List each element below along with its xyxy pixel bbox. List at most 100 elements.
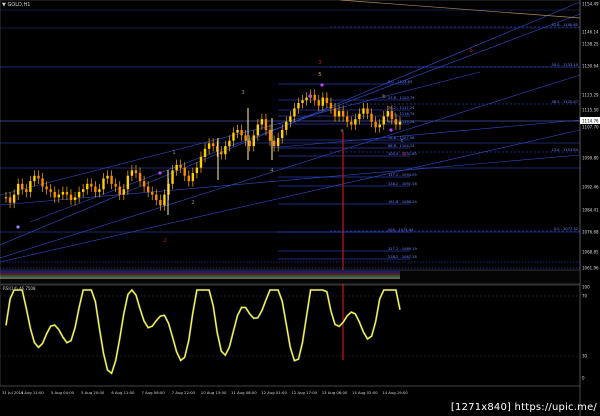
candle-body (248, 140, 251, 147)
candle-body (142, 181, 146, 187)
chart-canvas[interactable]: 0.0 - 1123.6323.6 - 1120.7938.2 - 1117.2… (0, 0, 600, 416)
right-fib-label: 50.0 - 1133.10 (552, 63, 579, 67)
candle-body (211, 143, 215, 147)
candle-body (325, 97, 329, 103)
candle-body (378, 124, 381, 128)
candle-body (8, 197, 12, 203)
candle-body (90, 183, 93, 187)
candle-body (138, 173, 142, 182)
candle-body (199, 156, 203, 168)
rsi-panel-frame (0, 284, 581, 387)
candle-body (146, 186, 150, 192)
wave-count-label: 3 (241, 90, 245, 96)
time-axis-label: 5 Aug 04:00 (51, 390, 75, 395)
candle-body (175, 164, 178, 171)
candle-body (337, 111, 341, 117)
price-axis-label: 1084.41 (582, 208, 599, 213)
rsi-signal-line (4, 288, 402, 376)
candle-body (102, 178, 105, 190)
candle-body (354, 119, 357, 125)
candle-body (191, 173, 195, 182)
candle-body (151, 191, 154, 195)
candle-body (203, 148, 207, 157)
fib-level-label: 23.6 - 1120.79 (388, 96, 415, 100)
candle-body (390, 111, 394, 120)
candle-body (297, 102, 300, 109)
candle-body (29, 181, 32, 192)
candle-body (293, 108, 296, 117)
candle-body (171, 170, 174, 184)
candle-body (394, 119, 398, 125)
price-axis-label: 1092.46 (582, 185, 599, 190)
time-axis-label: 7 Aug 06:00 (142, 390, 166, 395)
candle-body (244, 135, 247, 141)
right-fib-label: 23.6 - 1103.84 (552, 148, 579, 152)
candle-body (81, 189, 85, 192)
right-fib-label: 0.0 - 1077.32 (554, 227, 578, 231)
candle-body (163, 194, 166, 206)
candle-body (268, 129, 272, 141)
wave-count-label: 5 (318, 72, 322, 78)
candle-body (362, 108, 365, 114)
candle-body (366, 108, 369, 114)
candle-body (187, 175, 190, 182)
wave-count-label: 4 (402, 152, 406, 158)
candle-body (317, 100, 320, 106)
pivot-marker (308, 94, 312, 98)
candle-body (240, 129, 243, 136)
wave-count-label: a (340, 128, 343, 134)
candle-body (345, 116, 349, 122)
candle-body (281, 129, 284, 139)
time-axis-label: 12 Aug 01:00 (261, 390, 287, 395)
candle-body (276, 138, 280, 147)
candle-body (232, 132, 235, 141)
candle-body (313, 94, 316, 101)
candle-body (37, 175, 40, 179)
wave-count-label: b (382, 94, 386, 100)
mt4-chart-window: 0.0 - 1123.6323.6 - 1120.7938.2 - 1117.2… (0, 0, 600, 416)
candle-body (386, 111, 390, 117)
candle-body (370, 113, 373, 122)
candle-body (134, 170, 138, 174)
fib-level-label: 200 - 1075.44 (388, 228, 414, 232)
candle-body (398, 121, 402, 125)
wave-count-label: 2 (191, 200, 195, 206)
fib-level-label: 161.8 - 1086.24 (388, 200, 417, 204)
candle-body (98, 189, 101, 192)
fib-level-label: 88.6 - 1104.24 (388, 144, 415, 148)
candle-body (69, 194, 73, 201)
candle-body (33, 175, 36, 182)
main-plot-frame (0, 0, 581, 273)
time-axis-label: 10 Aug 15:00 (201, 390, 227, 395)
candle-body (305, 97, 308, 101)
channel-trend-line (0, 129, 581, 263)
time-axis-label: 14 Aug 19:00 (382, 390, 408, 395)
candle-body (53, 191, 56, 198)
candle-body (207, 143, 211, 149)
candle-body (224, 146, 227, 155)
candle-body (41, 178, 44, 187)
candle-body (25, 189, 28, 192)
candle-body (285, 121, 288, 130)
candle-body (252, 135, 255, 147)
candle-body (301, 100, 304, 103)
candle-body (236, 129, 239, 133)
current-price-value: 1114.76 (582, 119, 599, 124)
resistance-trend-line (339, 0, 581, 19)
candle-body (118, 186, 121, 195)
candle-body (49, 189, 52, 192)
price-axis-label: 1099.80 (582, 156, 599, 161)
candle-body (358, 113, 361, 120)
watermark-text: [1271x840] https://upic.me/ (450, 402, 597, 413)
time-axis-label: 5 Aug 20:00 (81, 390, 105, 395)
rsi-axis-label: 0 (582, 376, 585, 381)
price-axis-label: 1068.85 (582, 250, 599, 255)
fib-level-label: 227.2 - 1069.19 (388, 247, 417, 251)
price-axis-label: 1061.96 (582, 266, 599, 271)
right-fib-label: 61.8 - 1140.65 (552, 23, 578, 27)
chart-title[interactable]: ▼ GOLD,H1 (2, 2, 30, 8)
price-axis-label: 1076.68 (582, 230, 599, 235)
candle-body (289, 116, 292, 122)
price-axis-label: 1107.70 (582, 125, 599, 130)
candle-body (159, 200, 162, 206)
